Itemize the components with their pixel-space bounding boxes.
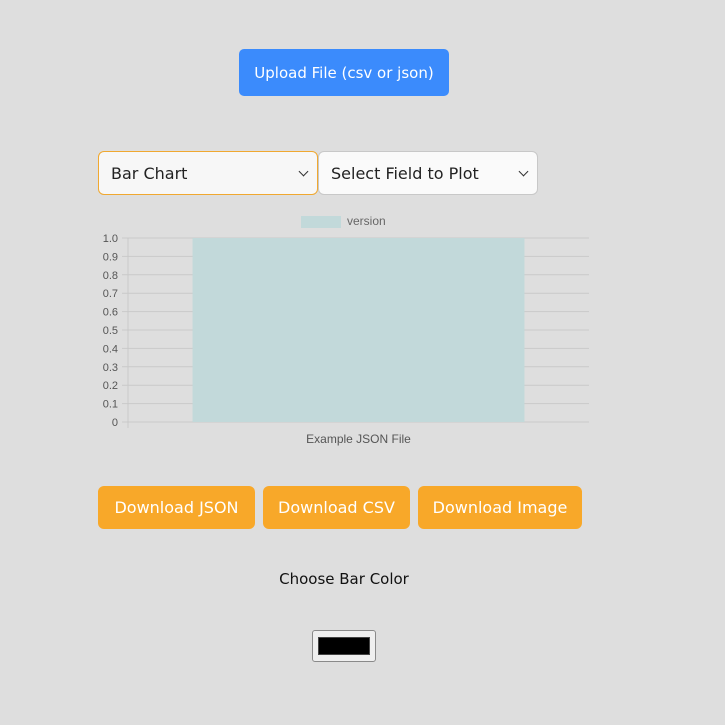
bar [192,238,525,422]
field-select[interactable]: Select Field to Plot [318,151,538,195]
chart-type-select[interactable]: Bar Chart [98,151,318,195]
y-tick-label: 0.9 [103,251,118,263]
y-tick-label: 0.2 [103,380,118,392]
y-tick-label: 0.7 [103,288,118,300]
y-tick-label: 0.1 [103,399,118,411]
legend-label: version [347,214,386,228]
y-tick-label: 0 [112,417,118,429]
chart-canvas: version 1.0 0.9 0.8 0.7 0.6 0.5 0.4 0.3 0.2 0.1 0 Ex… [103,214,589,446]
chevron-down-icon [518,166,529,176]
y-tick-label: 0.4 [103,343,118,355]
y-tick-label: 0.3 [103,362,118,374]
chevron-down-icon [298,166,309,176]
legend-swatch [301,216,341,228]
y-tick-label: 0.8 [103,270,118,282]
page: Upload File (csv or json) Bar Chart Sele… [0,0,725,725]
field-selected-value: Select Field to Plot [331,163,479,183]
bar-chart: version 1.0 0.9 0.8 0.7 0.6 0.5 0.4 0.3 0.2 0.1 0 Ex… [90,198,600,453]
color-swatch [318,637,370,655]
download-json-button[interactable]: Download JSON [98,486,255,529]
download-image-button[interactable]: Download Image [418,486,582,529]
bar-color-picker[interactable] [312,630,376,662]
y-tick-label: 1.0 [103,233,118,245]
download-csv-button[interactable]: Download CSV [263,486,410,529]
y-tick-label: 0.5 [103,325,118,337]
y-tick-label: 0.6 [103,307,118,319]
choose-bar-color-label: Choose Bar Color [279,570,409,588]
x-tick-label: Example JSON File [306,432,411,446]
upload-file-button[interactable]: Upload File (csv or json) [239,49,449,96]
chart-type-selected-value: Bar Chart [111,163,188,183]
